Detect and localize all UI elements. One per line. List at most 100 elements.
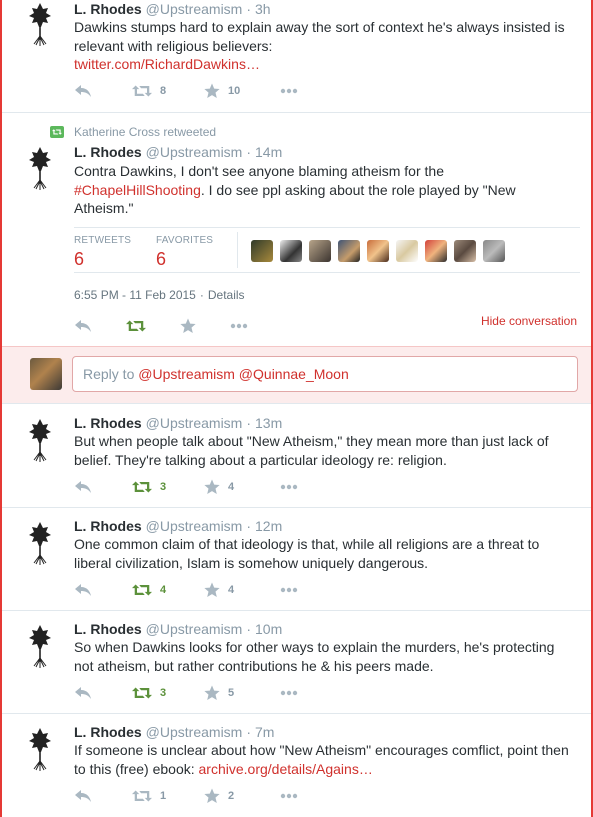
avatar[interactable] xyxy=(24,725,56,773)
avatar[interactable] xyxy=(24,519,56,567)
favoriter-avatar[interactable] xyxy=(396,240,418,262)
tweet-time[interactable]: 13m xyxy=(255,415,282,431)
retweet-count: 4 xyxy=(160,584,167,596)
favoriter-avatar[interactable] xyxy=(280,240,302,262)
author-name[interactable]: L. Rhodes xyxy=(74,518,142,534)
hashtag-link[interactable]: #ChapelHillShooting xyxy=(74,182,201,198)
favoriter-avatar[interactable] xyxy=(309,240,331,262)
favoriter-avatar[interactable] xyxy=(338,240,360,262)
tweet-time[interactable]: 7m xyxy=(255,724,274,740)
reply-button[interactable] xyxy=(74,684,132,702)
favorite-button[interactable]: 10 xyxy=(204,82,280,100)
more-icon xyxy=(280,587,298,593)
reply-button[interactable] xyxy=(74,478,132,496)
more-button[interactable] xyxy=(280,478,298,496)
retweet-button[interactable] xyxy=(126,317,180,335)
reply-icon xyxy=(74,319,92,333)
author-handle[interactable]: @Upstreamism xyxy=(146,724,243,740)
hide-conversation-link[interactable]: Hide conversation xyxy=(481,314,577,328)
favorite-count: 5 xyxy=(228,687,235,699)
tweet-timestamp[interactable]: 6:55 PM - 11 Feb 2015 xyxy=(74,288,196,302)
tweet-link[interactable]: archive.org/details/Agains… xyxy=(199,761,373,777)
author-handle[interactable]: @Upstreamism xyxy=(146,415,243,431)
tweet-actions: 4 4 xyxy=(74,581,298,599)
reply-button[interactable] xyxy=(74,581,132,599)
tweet[interactable]: L. Rhodes @Upstreamism · 3h Dawkins stumps … xyxy=(2,0,591,113)
more-button[interactable] xyxy=(280,684,298,702)
reply-icon xyxy=(74,84,92,98)
star-icon xyxy=(204,479,220,495)
reply-tweet[interactable]: L. Rhodes @Upstreamism · 12m One common cla… xyxy=(2,508,591,611)
tweet-time[interactable]: 3h xyxy=(255,1,271,17)
tweet-time[interactable]: 14m xyxy=(255,144,282,160)
star-icon xyxy=(180,318,196,334)
tweet-time[interactable]: 12m xyxy=(255,518,282,534)
favoriter-avatar[interactable] xyxy=(425,240,447,262)
reply-tweet[interactable]: L. Rhodes @Upstreamism · 7m If someone is u… xyxy=(2,714,591,817)
avatar[interactable] xyxy=(24,622,56,670)
avatar[interactable] xyxy=(24,0,56,48)
favorite-button[interactable]: 4 xyxy=(204,478,280,496)
tweet-actions: 1 2 xyxy=(74,787,298,805)
favorite-button[interactable] xyxy=(180,317,230,335)
tweet-body: Dawkins stumps hard to explain away the … xyxy=(74,19,565,54)
tweet-text: One common claim of that ideology is tha… xyxy=(74,536,540,571)
details-link[interactable]: Details xyxy=(208,288,245,302)
favorite-count: 10 xyxy=(228,85,241,97)
retweets-label[interactable]: RETWEETS xyxy=(74,235,131,246)
author-handle[interactable]: @Upstreamism xyxy=(146,621,243,637)
reply-button[interactable] xyxy=(74,82,132,100)
more-icon xyxy=(280,690,298,696)
retweet-icon xyxy=(132,480,152,494)
favorite-button[interactable]: 4 xyxy=(204,581,280,599)
focused-tweet-body: L. Rhodes @Upstreamism · 14m Contra Dawkins… xyxy=(2,113,591,346)
retweet-count: 8 xyxy=(160,85,167,97)
favoriter-avatar[interactable] xyxy=(251,240,273,262)
tweet-body-start: Contra Dawkins, I don't see anyone blami… xyxy=(74,163,444,179)
reply-tweet[interactable]: L. Rhodes @Upstreamism · 10m So when Dawkin… xyxy=(2,611,591,714)
more-button[interactable] xyxy=(280,787,298,805)
retweet-button[interactable]: 4 xyxy=(132,581,204,599)
more-button[interactable] xyxy=(280,82,298,100)
retweet-button[interactable]: 1 xyxy=(132,787,204,805)
favoriter-avatar[interactable] xyxy=(483,240,505,262)
reply-mentions: @Upstreamism @Quinnae_Moon xyxy=(138,366,349,382)
author-name[interactable]: L. Rhodes xyxy=(74,621,142,637)
star-icon xyxy=(204,788,220,804)
stats-divider xyxy=(237,232,238,268)
author-handle[interactable]: @Upstreamism xyxy=(146,144,243,160)
author-name[interactable]: L. Rhodes xyxy=(74,724,142,740)
tweet-header: L. Rhodes @Upstreamism · 12m xyxy=(74,518,283,534)
more-button[interactable] xyxy=(230,317,248,335)
tweet-text: But when people talk about "New Atheism,… xyxy=(74,433,549,468)
favorite-button[interactable]: 5 xyxy=(204,684,280,702)
reply-button[interactable] xyxy=(74,787,132,805)
tweet-link[interactable]: twitter.com/RichardDawkins… xyxy=(74,56,260,72)
favoriter-avatar[interactable] xyxy=(367,240,389,262)
author-handle[interactable]: @Upstreamism xyxy=(146,1,243,17)
favoriter-avatar[interactable] xyxy=(454,240,476,262)
author-name[interactable]: L. Rhodes xyxy=(74,1,142,17)
author-name[interactable]: L. Rhodes xyxy=(74,415,142,431)
retweet-button[interactable]: 3 xyxy=(132,684,204,702)
favorite-button[interactable]: 2 xyxy=(204,787,280,805)
reply-input[interactable]: Reply to @Upstreamism @Quinnae_Moon xyxy=(72,356,578,392)
author-name[interactable]: L. Rhodes xyxy=(74,144,142,160)
author-handle[interactable]: @Upstreamism xyxy=(146,518,243,534)
tweet-stats: RETWEETS 6 FAVORITES 6 xyxy=(74,227,580,273)
tweet-time[interactable]: 10m xyxy=(255,621,282,637)
reply-icon xyxy=(74,583,92,597)
retweet-button[interactable]: 3 xyxy=(132,478,204,496)
more-button[interactable] xyxy=(280,581,298,599)
retweets-value[interactable]: 6 xyxy=(74,249,84,270)
avatar[interactable] xyxy=(24,144,56,192)
more-icon xyxy=(280,484,298,490)
retweet-button[interactable]: 8 xyxy=(132,82,204,100)
reply-tweet[interactable]: L. Rhodes @Upstreamism · 13m But when peopl… xyxy=(2,405,591,508)
avatar[interactable] xyxy=(24,416,56,464)
favorites-value[interactable]: 6 xyxy=(156,249,166,270)
reply-button[interactable] xyxy=(74,317,126,335)
reply-icon xyxy=(74,686,92,700)
star-icon xyxy=(204,83,220,99)
favorites-label[interactable]: FAVORITES xyxy=(156,235,213,246)
